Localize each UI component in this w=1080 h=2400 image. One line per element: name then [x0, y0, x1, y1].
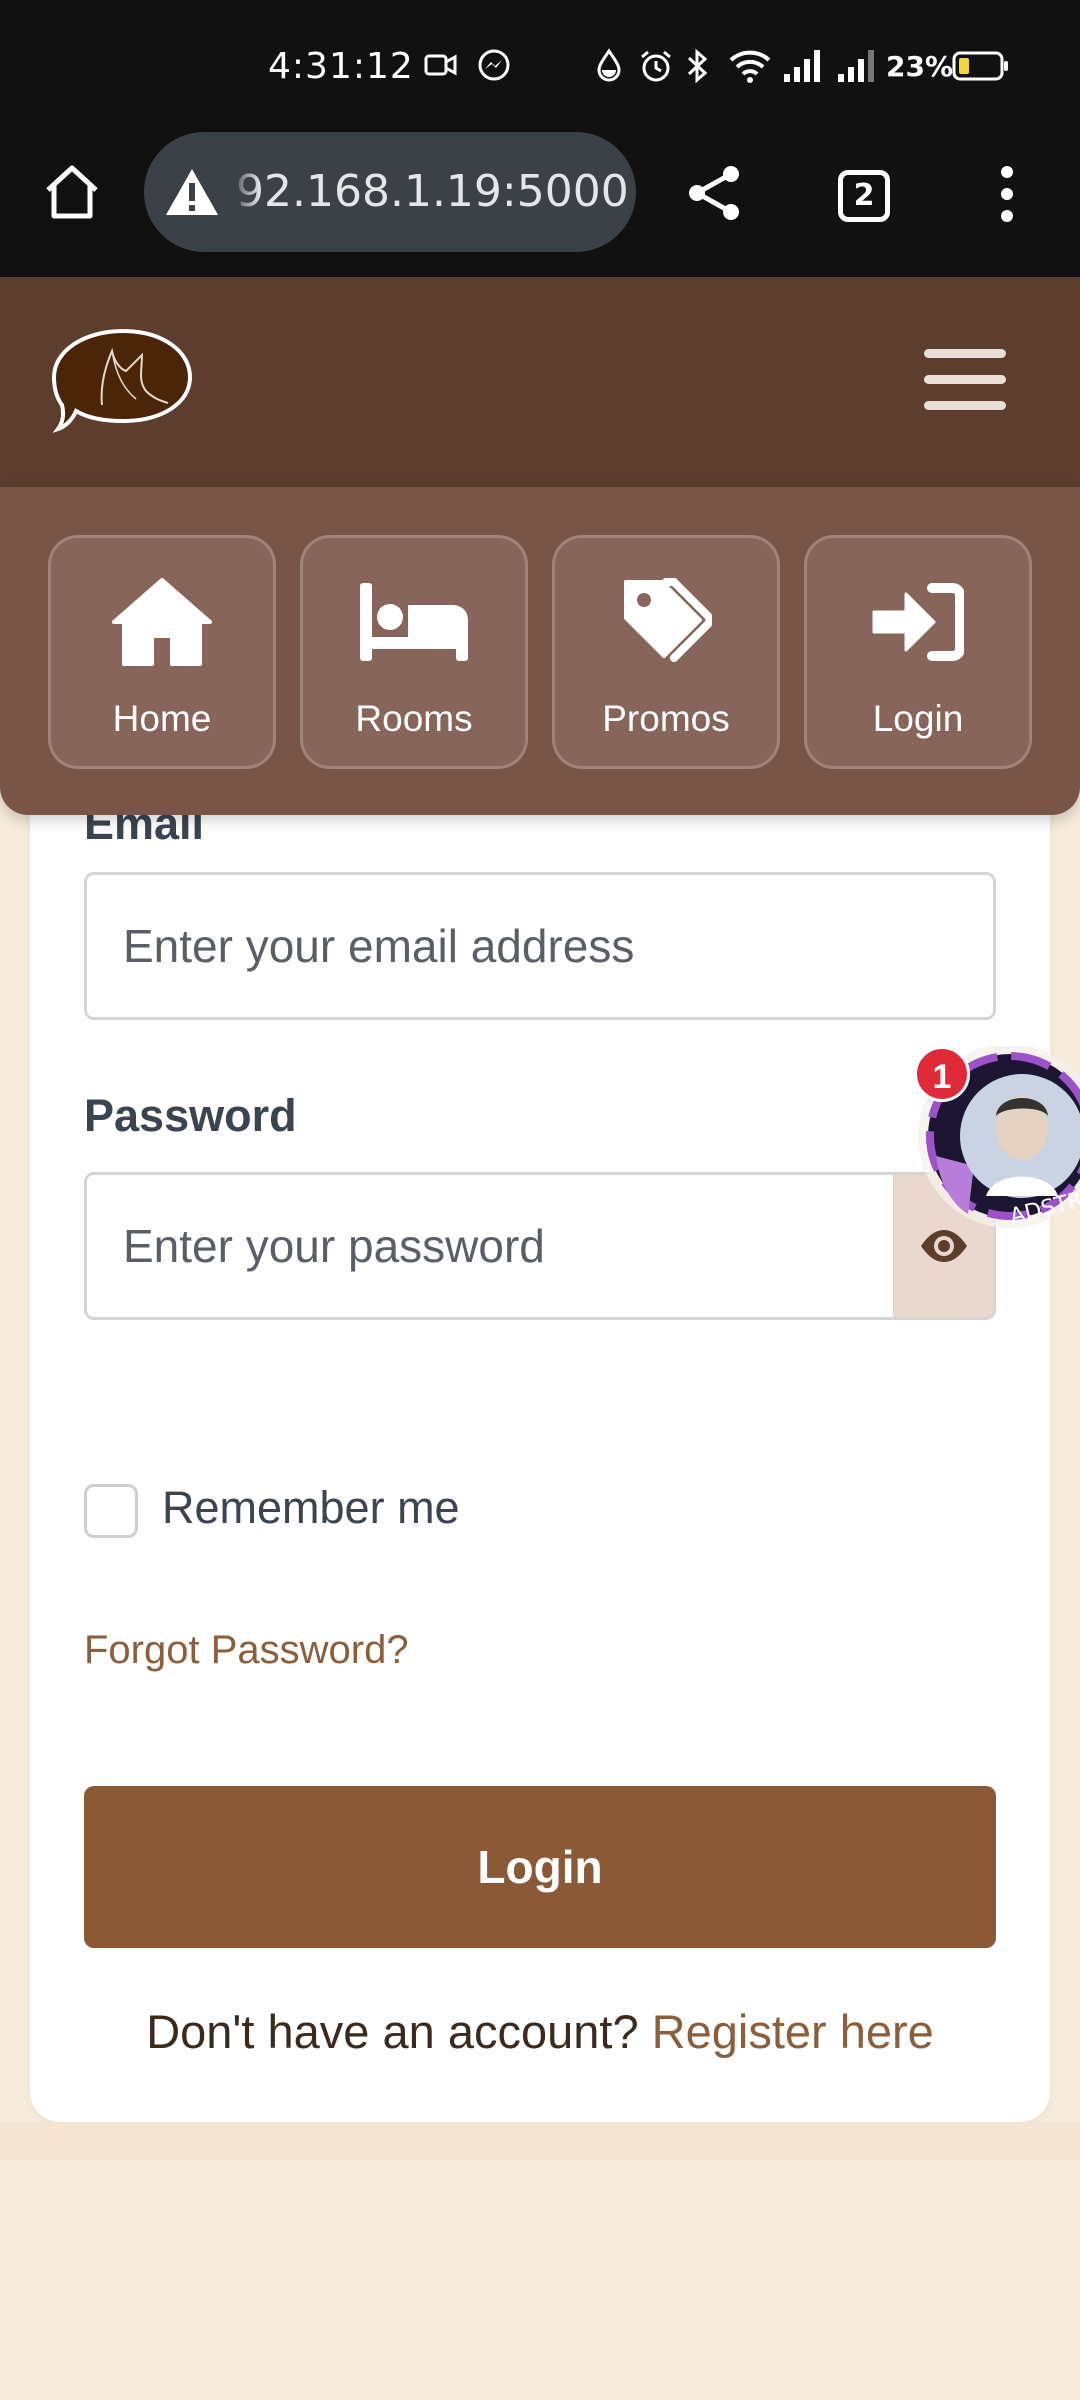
login-card: Email Enter your email address Password … [30, 770, 1050, 2122]
nav-item-label: Rooms [355, 698, 473, 739]
warning-icon [166, 169, 218, 215]
remember-me-label[interactable]: Remember me [162, 1482, 460, 1534]
password-label: Password [84, 1090, 297, 1141]
page-footer-strip [0, 2122, 1080, 2160]
register-prompt-row: Don't have an account? Register here [30, 2004, 1050, 2059]
address-bar[interactable]: 92.168.1.19:5000 [144, 132, 636, 252]
url-text: 92.168.1.19:5000 [236, 166, 629, 217]
hamburger-menu-button[interactable] [918, 341, 1008, 419]
nav-item-rooms[interactable]: Rooms [300, 535, 528, 769]
status-time: 4:31:12 [268, 46, 414, 87]
nav-menu: Home Rooms Promos Login [0, 487, 1080, 815]
nav-item-promos[interactable]: Promos [552, 535, 780, 769]
nav-item-home[interactable]: Home [48, 535, 276, 769]
forgot-password-link[interactable]: Forgot Password? [84, 1628, 409, 1673]
tags-icon [624, 578, 712, 662]
signal-icon [838, 50, 874, 82]
nav-item-label: Promos [602, 698, 730, 739]
bed-icon [360, 583, 468, 661]
home-icon [112, 578, 212, 666]
signal-icon [784, 50, 820, 82]
more-options-icon[interactable] [990, 164, 1024, 224]
wifi-icon [729, 50, 771, 83]
alarm-icon [641, 50, 671, 82]
home-icon[interactable] [42, 162, 102, 222]
nav-item-login[interactable]: Login [804, 535, 1032, 769]
sign-in-icon [872, 583, 964, 661]
status-bar: 4:31:12 23% [0, 0, 1080, 132]
data-saver-icon [597, 48, 621, 82]
eye-icon [920, 1230, 967, 1262]
nav-item-label: Login [872, 698, 964, 739]
battery-percent: 23% [886, 50, 954, 83]
tab-count-button[interactable]: 2 [838, 170, 890, 222]
messenger-icon [478, 49, 510, 81]
chat-head-bubble[interactable]: ADSTRU 1 [914, 1046, 1080, 1232]
notification-badge: 1 [914, 1046, 970, 1102]
browser-toolbar: 92.168.1.19:5000 2 [0, 132, 1080, 277]
remember-me-checkbox[interactable] [84, 1484, 138, 1538]
share-icon[interactable] [684, 162, 746, 224]
password-field[interactable]: Enter your password [84, 1172, 896, 1320]
battery-icon [952, 51, 1008, 81]
nav-item-label: Home [112, 698, 212, 739]
video-call-icon [424, 54, 457, 76]
login-button[interactable]: Login [84, 1786, 996, 1948]
bluetooth-icon [687, 48, 708, 84]
register-link[interactable]: Register here [652, 2005, 934, 2058]
site-logo[interactable] [50, 325, 196, 435]
email-field[interactable]: Enter your email address [84, 872, 996, 1020]
site-header [0, 277, 1080, 487]
register-prompt: Don't have an account? [146, 2005, 639, 2058]
